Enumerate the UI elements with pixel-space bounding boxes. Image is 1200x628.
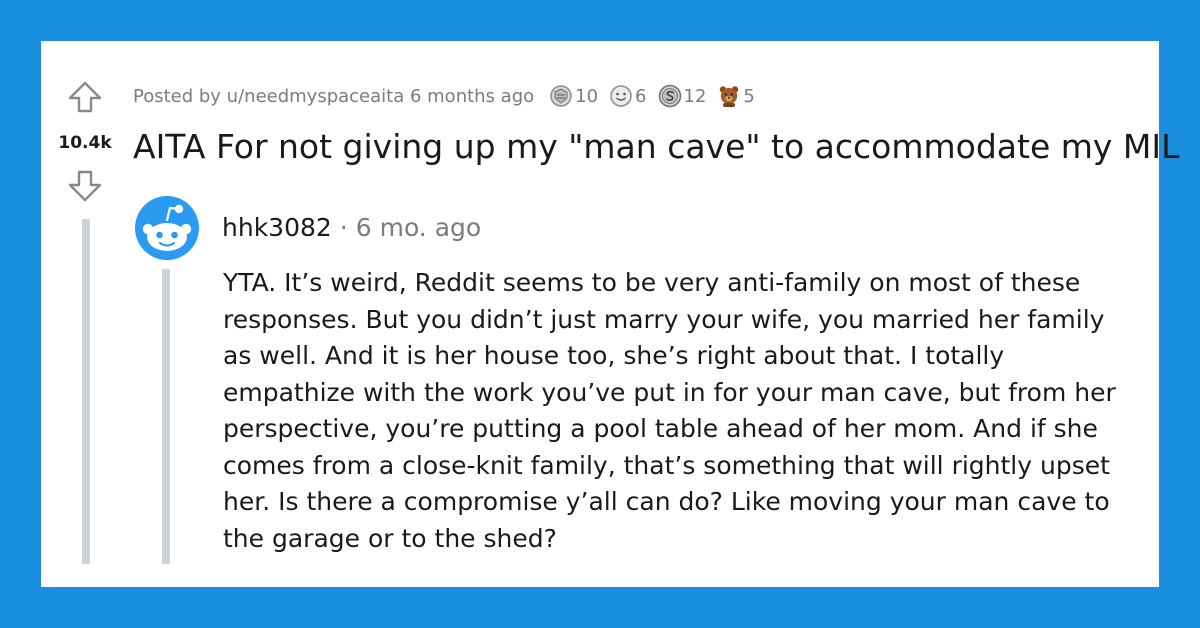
user-avatar-icon[interactable]: [135, 196, 199, 260]
award-bear[interactable]: 5: [716, 83, 755, 109]
post-card: 10.4k Posted by u/needmyspaceaita 6 mont…: [41, 41, 1180, 587]
comment-author[interactable]: hhk3082: [222, 213, 332, 242]
separator-dot: ·: [339, 213, 348, 242]
collapse-thread-line[interactable]: [82, 219, 90, 564]
upvote-arrow-icon[interactable]: [67, 79, 103, 115]
award-count: 10: [575, 85, 599, 107]
award-silver[interactable]: 10: [548, 83, 598, 109]
award-coin[interactable]: 12: [657, 83, 707, 109]
comment-body: YTA. It’s weird, Reddit seems to be very…: [223, 268, 1116, 553]
comment-age[interactable]: 6 mo. ago: [356, 213, 481, 242]
post-meta: Posted by u/needmyspaceaita 6 months ago…: [133, 81, 755, 111]
downvote-arrow-icon[interactable]: [67, 168, 103, 204]
posted-by-text: Posted by u/needmyspaceaita 6 months ago: [133, 85, 535, 107]
award-count: 5: [743, 85, 755, 107]
award-count: 6: [635, 85, 647, 107]
post-title[interactable]: AITA For not giving up my "man cave" to …: [133, 125, 1180, 169]
coin-award-icon: [658, 84, 681, 108]
wholesome-award-icon: [610, 85, 632, 107]
post-score: 10.4k: [58, 133, 112, 153]
collapse-comment-line[interactable]: [162, 269, 170, 564]
bear-award-icon: [720, 86, 739, 107]
award-count: 12: [683, 85, 707, 107]
vote-column: 10.4k: [41, 41, 131, 587]
comment-header: hhk3082 · 6 mo. ago: [222, 211, 481, 245]
silver-award-icon: [550, 85, 572, 107]
award-wholesome[interactable]: 6: [608, 83, 647, 109]
